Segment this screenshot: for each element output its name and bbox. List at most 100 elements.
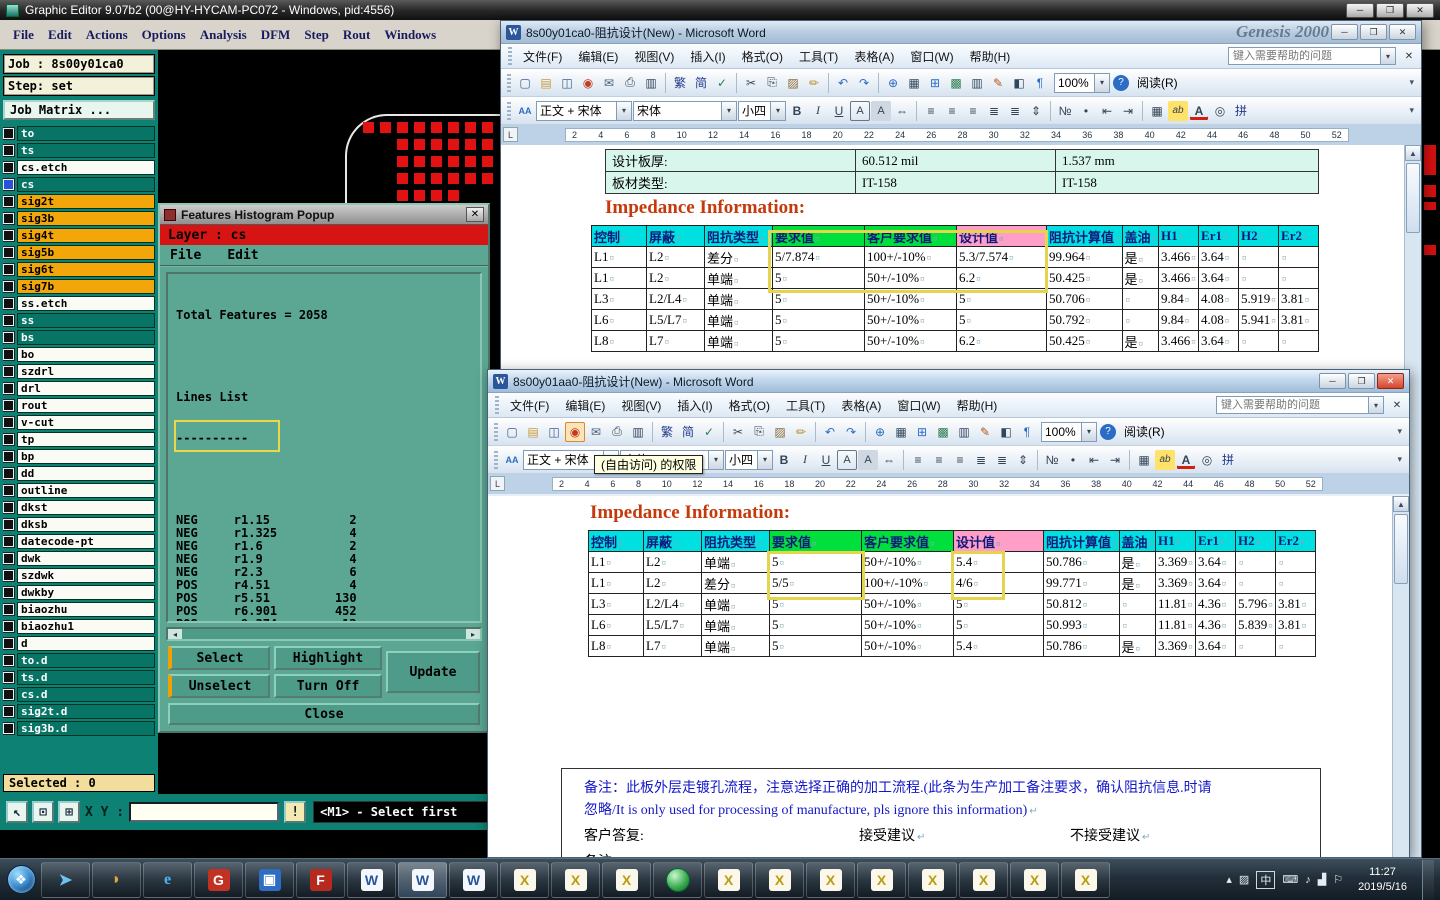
sheet-document-7[interactable]: X: [857, 861, 906, 898]
paste-icon[interactable]: ▨: [770, 422, 790, 442]
bold-icon[interactable]: B: [787, 101, 807, 121]
layer-visibility-checkbox[interactable]: [3, 552, 15, 565]
dropdown-icon[interactable]: ▾: [721, 101, 736, 120]
document-map-icon[interactable]: ◧: [1009, 73, 1029, 93]
taskbar-clock[interactable]: 11:27 2019/5/16: [1350, 865, 1415, 894]
histogram-row[interactable]: POS r5.51 130: [176, 591, 472, 605]
grid-tool-icon[interactable]: ⊞: [58, 801, 80, 823]
align-center-icon[interactable]: ≡: [942, 101, 962, 121]
menu-item[interactable]: 工具(T): [778, 397, 833, 414]
print-icon[interactable]: ⎙: [607, 422, 627, 442]
sheet-document-4[interactable]: X: [704, 861, 753, 898]
scroll-up-icon[interactable]: ▲: [1405, 145, 1421, 161]
spelling-icon[interactable]: ✓: [699, 422, 719, 442]
menu-item-actions[interactable]: Actions: [79, 27, 135, 43]
italic-icon[interactable]: I: [808, 101, 828, 121]
start-button[interactable]: ❖: [2, 861, 40, 899]
print-icon[interactable]: ⎙: [620, 73, 640, 93]
highlight-icon[interactable]: ab: [1155, 449, 1175, 470]
layer-row-to.d[interactable]: to.d: [3, 653, 155, 668]
layer-visibility-checkbox[interactable]: [3, 501, 15, 514]
align-right-icon[interactable]: ≡: [950, 450, 970, 470]
sheet-document-5[interactable]: X: [755, 861, 804, 898]
layer-row-sig7b[interactable]: sig7b: [3, 279, 155, 294]
dropdown-icon[interactable]: ▾: [1368, 397, 1383, 413]
menu-item[interactable]: 窗口(W): [902, 48, 961, 65]
layer-row-sig4t[interactable]: sig4t: [3, 228, 155, 243]
circled-char-icon[interactable]: ◎: [1197, 450, 1217, 470]
layer-visibility-checkbox[interactable]: [3, 212, 15, 225]
char-border-icon[interactable]: A: [837, 449, 857, 470]
layer-visibility-checkbox[interactable]: [3, 637, 15, 650]
layer-row-rout[interactable]: rout: [3, 398, 155, 413]
hyperlink-icon[interactable]: ⊕: [883, 73, 903, 93]
line-spacing-icon[interactable]: ⇕: [1013, 450, 1033, 470]
help-search-box[interactable]: ▾: [1216, 396, 1384, 414]
layer-visibility-checkbox[interactable]: [3, 620, 15, 633]
histogram-row[interactable]: POS r4.51 4: [176, 578, 472, 592]
genesis-orb-app[interactable]: [653, 861, 702, 898]
numbering-icon[interactable]: №: [1042, 450, 1062, 470]
alert-icon[interactable]: !: [284, 801, 307, 823]
columns-icon[interactable]: ▥: [967, 73, 987, 93]
underline-icon[interactable]: U: [816, 450, 836, 470]
sheet-document-3[interactable]: X: [602, 861, 651, 898]
layer-row-tp[interactable]: tp: [3, 432, 155, 447]
border-icon[interactable]: ▦: [1134, 450, 1154, 470]
toolbar-options-icon[interactable]: ▾: [1393, 454, 1406, 465]
scroll-thumb[interactable]: [1406, 163, 1420, 233]
layer-visibility-checkbox[interactable]: [3, 297, 15, 310]
highlight-button[interactable]: Highlight: [274, 646, 382, 670]
word-document-1[interactable]: W: [347, 861, 396, 898]
cut-icon[interactable]: ✂: [741, 73, 761, 93]
layer-visibility-checkbox[interactable]: [3, 433, 15, 446]
close-button[interactable]: ✕: [1406, 2, 1434, 18]
menu-item-file[interactable]: File: [6, 27, 41, 43]
close-document-icon[interactable]: ✕: [1389, 400, 1405, 411]
layer-visibility-checkbox[interactable]: [3, 586, 15, 599]
styles-pane-icon[interactable]: AA: [515, 101, 535, 121]
layer-visibility-checkbox[interactable]: [3, 654, 15, 667]
unselect-button[interactable]: Unselect: [168, 674, 270, 698]
toolbar-grip[interactable]: [507, 101, 511, 120]
select-button[interactable]: Select: [168, 646, 270, 670]
layer-visibility-checkbox[interactable]: [3, 229, 15, 242]
network-icon[interactable]: ▟: [1318, 873, 1326, 886]
menu-item[interactable]: 插入(I): [669, 397, 720, 414]
layer-row-v-cut[interactable]: v-cut: [3, 415, 155, 430]
genesis-app[interactable]: G: [194, 861, 243, 898]
layer-row-bo[interactable]: bo: [3, 347, 155, 362]
redo-icon[interactable]: ↷: [854, 73, 874, 93]
select-tool-icon[interactable]: ↖: [6, 801, 28, 823]
layer-row-szdwk[interactable]: szdwk: [3, 568, 155, 583]
italic-icon[interactable]: I: [795, 450, 815, 470]
maximize-button[interactable]: ❒: [1348, 373, 1375, 389]
show-hide-icon[interactable]: ¶: [1017, 422, 1037, 442]
char-scale-icon[interactable]: ⇔: [892, 101, 912, 121]
dropdown-icon[interactable]: ▾: [1094, 73, 1109, 92]
save-tool-app[interactable]: ▣: [245, 861, 294, 898]
layer-row-d[interactable]: d: [3, 636, 155, 651]
char-shading-icon[interactable]: A: [858, 449, 878, 470]
char-border-icon[interactable]: A: [850, 100, 870, 121]
document-map-icon[interactable]: ◧: [996, 422, 1016, 442]
layer-row-dd[interactable]: dd: [3, 466, 155, 481]
menu-item-analysis[interactable]: Analysis: [193, 27, 254, 43]
layer-visibility-checkbox[interactable]: [3, 416, 15, 429]
menu-item-step[interactable]: Step: [297, 27, 336, 43]
histogram-titlebar[interactable]: Features Histogram Popup ✕: [160, 205, 488, 225]
border-icon[interactable]: ▦: [1147, 101, 1167, 121]
dropdown-icon[interactable]: ▾: [708, 450, 723, 469]
tray-app-icon[interactable]: ▨: [1239, 873, 1249, 886]
redo-icon[interactable]: ↷: [841, 422, 861, 442]
graphic-editor-titlebar[interactable]: Graphic Editor 9.07b2 (00@HY-HYCAM-PC072…: [0, 0, 1440, 20]
layer-visibility-checkbox[interactable]: [3, 450, 15, 463]
layer-visibility-checkbox[interactable]: [3, 246, 15, 259]
layer-row-cs[interactable]: cs: [3, 177, 155, 192]
show-desktop-button[interactable]: [1422, 859, 1434, 900]
new-doc-icon[interactable]: ▢: [515, 73, 535, 93]
volume-icon[interactable]: ♪: [1305, 874, 1311, 886]
reading-layout-button[interactable]: 阅读(R): [1132, 74, 1183, 91]
histogram-row[interactable]: NEG r1.325 4: [176, 526, 472, 540]
align-center-icon[interactable]: ≡: [929, 450, 949, 470]
